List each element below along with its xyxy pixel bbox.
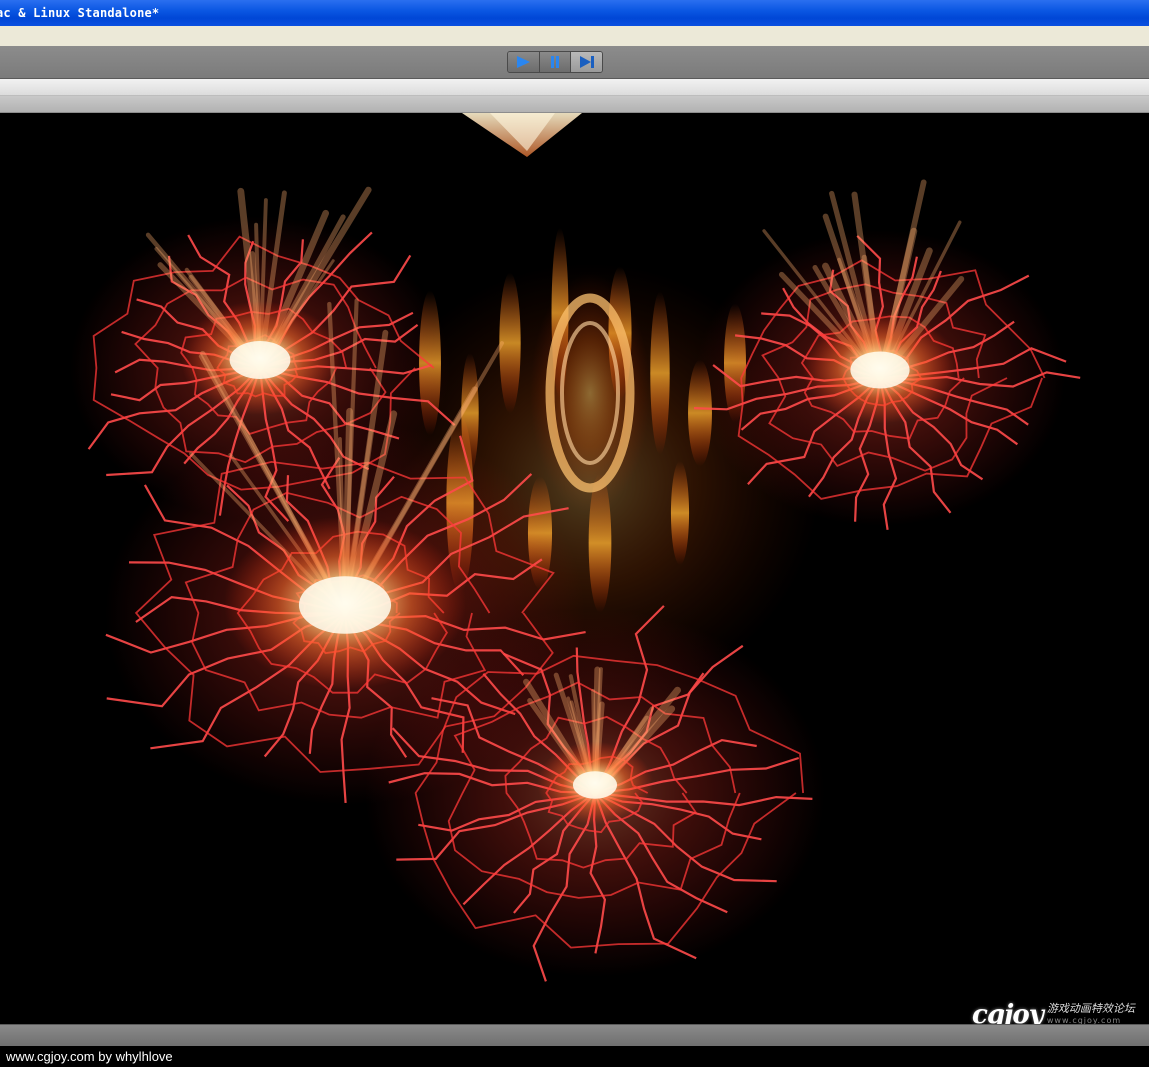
menu-bar <box>0 26 1149 47</box>
pause-icon <box>551 56 559 68</box>
toolbar <box>0 46 1149 79</box>
credit-text: www.cgjoy.com by whylhlove <box>6 1049 173 1064</box>
window-title: ac & Linux Standalone* <box>0 6 160 20</box>
app-window: ac & Linux Standalone* cgjoy 游戏动画特效论坛 ww… <box>0 0 1149 1067</box>
play-icon <box>517 56 531 68</box>
game-view-header <box>0 96 1149 113</box>
playback-controls <box>507 51 603 73</box>
play-button[interactable] <box>508 52 540 72</box>
burst-bottom <box>365 605 825 982</box>
logo-chinese-text: 游戏动画特效论坛 <box>1046 1002 1135 1015</box>
step-forward-icon <box>579 56 594 68</box>
title-bar: ac & Linux Standalone* <box>0 0 1149 26</box>
fire-effect-render <box>70 113 1081 982</box>
footer: www.cgjoy.com by whylhlove <box>0 1046 1149 1067</box>
step-button[interactable] <box>571 52 602 72</box>
status-bar <box>0 1024 1149 1047</box>
pause-button[interactable] <box>539 52 572 72</box>
game-viewport[interactable] <box>0 113 1149 1024</box>
scene-tab-strip <box>0 79 1149 96</box>
burst-right <box>693 179 1081 530</box>
